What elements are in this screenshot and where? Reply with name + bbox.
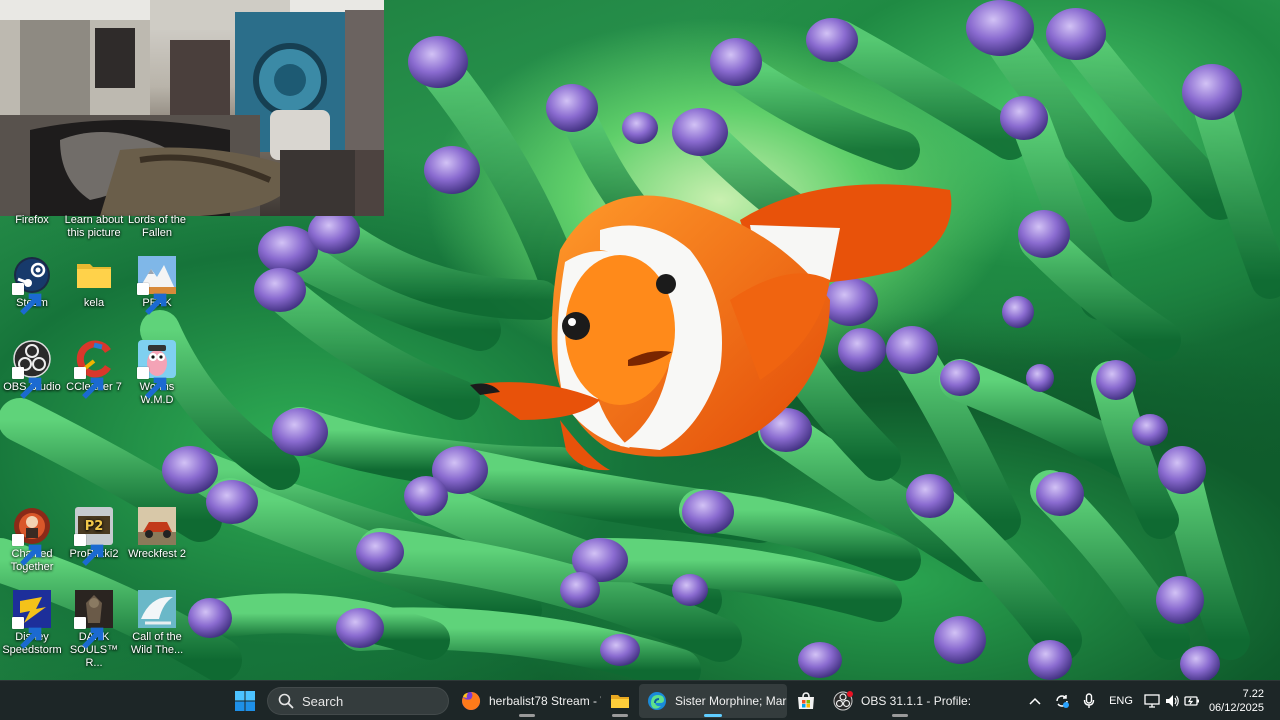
desktop-icon-disney-speedstorm[interactable]: Disney Speedstorm xyxy=(0,589,64,657)
windows-logo-icon xyxy=(235,691,255,711)
desktop-icon-peak[interactable]: PEAK xyxy=(125,255,189,315)
worms-game-icon xyxy=(137,339,177,399)
input-language-button[interactable]: ENG xyxy=(1106,681,1136,720)
volume-button[interactable] xyxy=(1163,681,1181,720)
desktop-icon-wreckfest-2[interactable]: Wreckfest 2 xyxy=(125,506,189,561)
desktop-icon-steam[interactable]: Steam xyxy=(0,255,64,315)
taskbar-app-title: herbalist78 Stream - Wa xyxy=(489,694,601,708)
desktop-icon-kela[interactable]: kela xyxy=(62,255,126,310)
taskbar-app-file-explorer[interactable] xyxy=(603,684,637,718)
folder-icon xyxy=(74,255,114,295)
desktop-icon-propilkki2[interactable]: P2 ProPilkki2 xyxy=(62,506,126,566)
active-indicator xyxy=(704,714,722,717)
speaker-icon xyxy=(1166,695,1179,707)
desktop-icon-obs-studio[interactable]: OBS Studio xyxy=(0,339,64,399)
shortcut-arrow-icon xyxy=(12,617,42,649)
show-hidden-icons-button[interactable] xyxy=(1026,681,1044,720)
disney-speedstorm-icon xyxy=(12,589,52,649)
desktop-icon-firefox[interactable]: Firefox xyxy=(0,214,64,227)
shortcut-arrow-icon xyxy=(74,534,104,566)
peak-game-icon xyxy=(137,255,177,315)
search-icon xyxy=(278,693,294,709)
taskbar-app-microsoft-store[interactable] xyxy=(789,684,823,718)
desktop-icon-call-of-the-wild[interactable]: Call of the Wild The... xyxy=(125,589,189,657)
search-label: Search xyxy=(302,693,344,709)
shortcut-arrow-icon xyxy=(137,367,167,399)
network-button[interactable] xyxy=(1143,681,1161,720)
desktop-icon-worms-wmd[interactable]: Worms W.M.D xyxy=(125,339,189,407)
taskbar-app-firefox[interactable]: herbalist78 Stream - Wa xyxy=(453,684,601,718)
shortcut-arrow-icon xyxy=(12,367,42,399)
taskbar-app-edge[interactable]: Sister Morphine; Marian xyxy=(639,684,787,718)
shortcut-arrow-icon xyxy=(12,283,42,315)
microphone-icon xyxy=(1083,693,1095,708)
shortcut-arrow-icon xyxy=(74,367,104,399)
network-monitor-icon xyxy=(1144,694,1160,708)
desktop-icon-label: Lords of the Fallen xyxy=(127,214,187,239)
propilkki2-icon: P2 xyxy=(74,506,114,566)
webcam-overlay xyxy=(0,0,384,216)
chevron-up-icon xyxy=(1029,697,1041,705)
clock-time: 7.22 xyxy=(1242,688,1264,700)
sync-icon xyxy=(1056,695,1069,708)
obs-studio-icon xyxy=(833,691,853,711)
taskbar: Search herbalist78 Stream - Wa Sister Mo… xyxy=(0,680,1280,720)
desktop-icon-lords-of-the-fallen[interactable]: Lords of the Fallen xyxy=(125,214,189,240)
taskbar-clock[interactable]: 7.22 06/12/2025 xyxy=(1209,687,1264,715)
desktop-icon-chained-together[interactable]: Chained Together xyxy=(0,506,64,574)
file-explorer-icon xyxy=(610,691,630,711)
clock-date: 06/12/2025 xyxy=(1208,702,1264,714)
running-indicator xyxy=(892,714,908,717)
dark-souls-icon xyxy=(74,589,114,649)
taskbar-search-box[interactable]: Search xyxy=(267,687,449,715)
call-of-the-wild-icon xyxy=(137,589,177,629)
desktop-icon-learn-about-picture[interactable]: Learn about this picture xyxy=(62,214,126,240)
start-button[interactable] xyxy=(229,685,261,717)
ccleaner-icon xyxy=(74,339,114,399)
desktop-icon-label: Firefox xyxy=(15,214,49,226)
shortcut-arrow-icon xyxy=(74,617,104,649)
desktop-icon-dark-souls[interactable]: DARK SOULS™ R... xyxy=(62,589,126,670)
tray-sync-icon-button[interactable] xyxy=(1052,681,1072,720)
shortcut-arrow-icon xyxy=(12,534,42,566)
running-indicator xyxy=(612,714,628,717)
taskbar-app-title: OBS 31.1.1 - Profile: Unti xyxy=(861,694,975,708)
battery-plug-icon xyxy=(1184,696,1199,706)
running-indicator xyxy=(519,714,535,717)
desktop-icon-ccleaner[interactable]: CCleaner 7 xyxy=(62,339,126,399)
input-language-label: ENG xyxy=(1109,695,1133,707)
desktop-icon-label: Call of the Wild The... xyxy=(130,631,184,656)
obs-studio-icon xyxy=(12,339,52,399)
taskbar-app-obs[interactable]: OBS 31.1.1 - Profile: Unti xyxy=(825,684,975,718)
chained-together-icon xyxy=(12,506,52,566)
taskbar-app-title: Sister Morphine; Marian xyxy=(675,694,787,708)
microsoft-store-icon xyxy=(796,691,816,711)
firefox-icon xyxy=(461,691,481,711)
svg-text:P2: P2 xyxy=(85,519,104,534)
steam-icon xyxy=(12,255,52,315)
microphone-button[interactable] xyxy=(1080,681,1098,720)
edge-browser-icon xyxy=(647,691,667,711)
wreckfest-icon xyxy=(137,506,177,546)
shortcut-arrow-icon xyxy=(137,283,167,315)
desktop-icon-label: Learn about this picture xyxy=(64,214,124,239)
webcam-room-scene xyxy=(0,0,384,216)
battery-button[interactable] xyxy=(1183,681,1201,720)
desktop-icon-label: kela xyxy=(83,297,105,309)
desktop-icon-label: Wreckfest 2 xyxy=(128,548,186,560)
